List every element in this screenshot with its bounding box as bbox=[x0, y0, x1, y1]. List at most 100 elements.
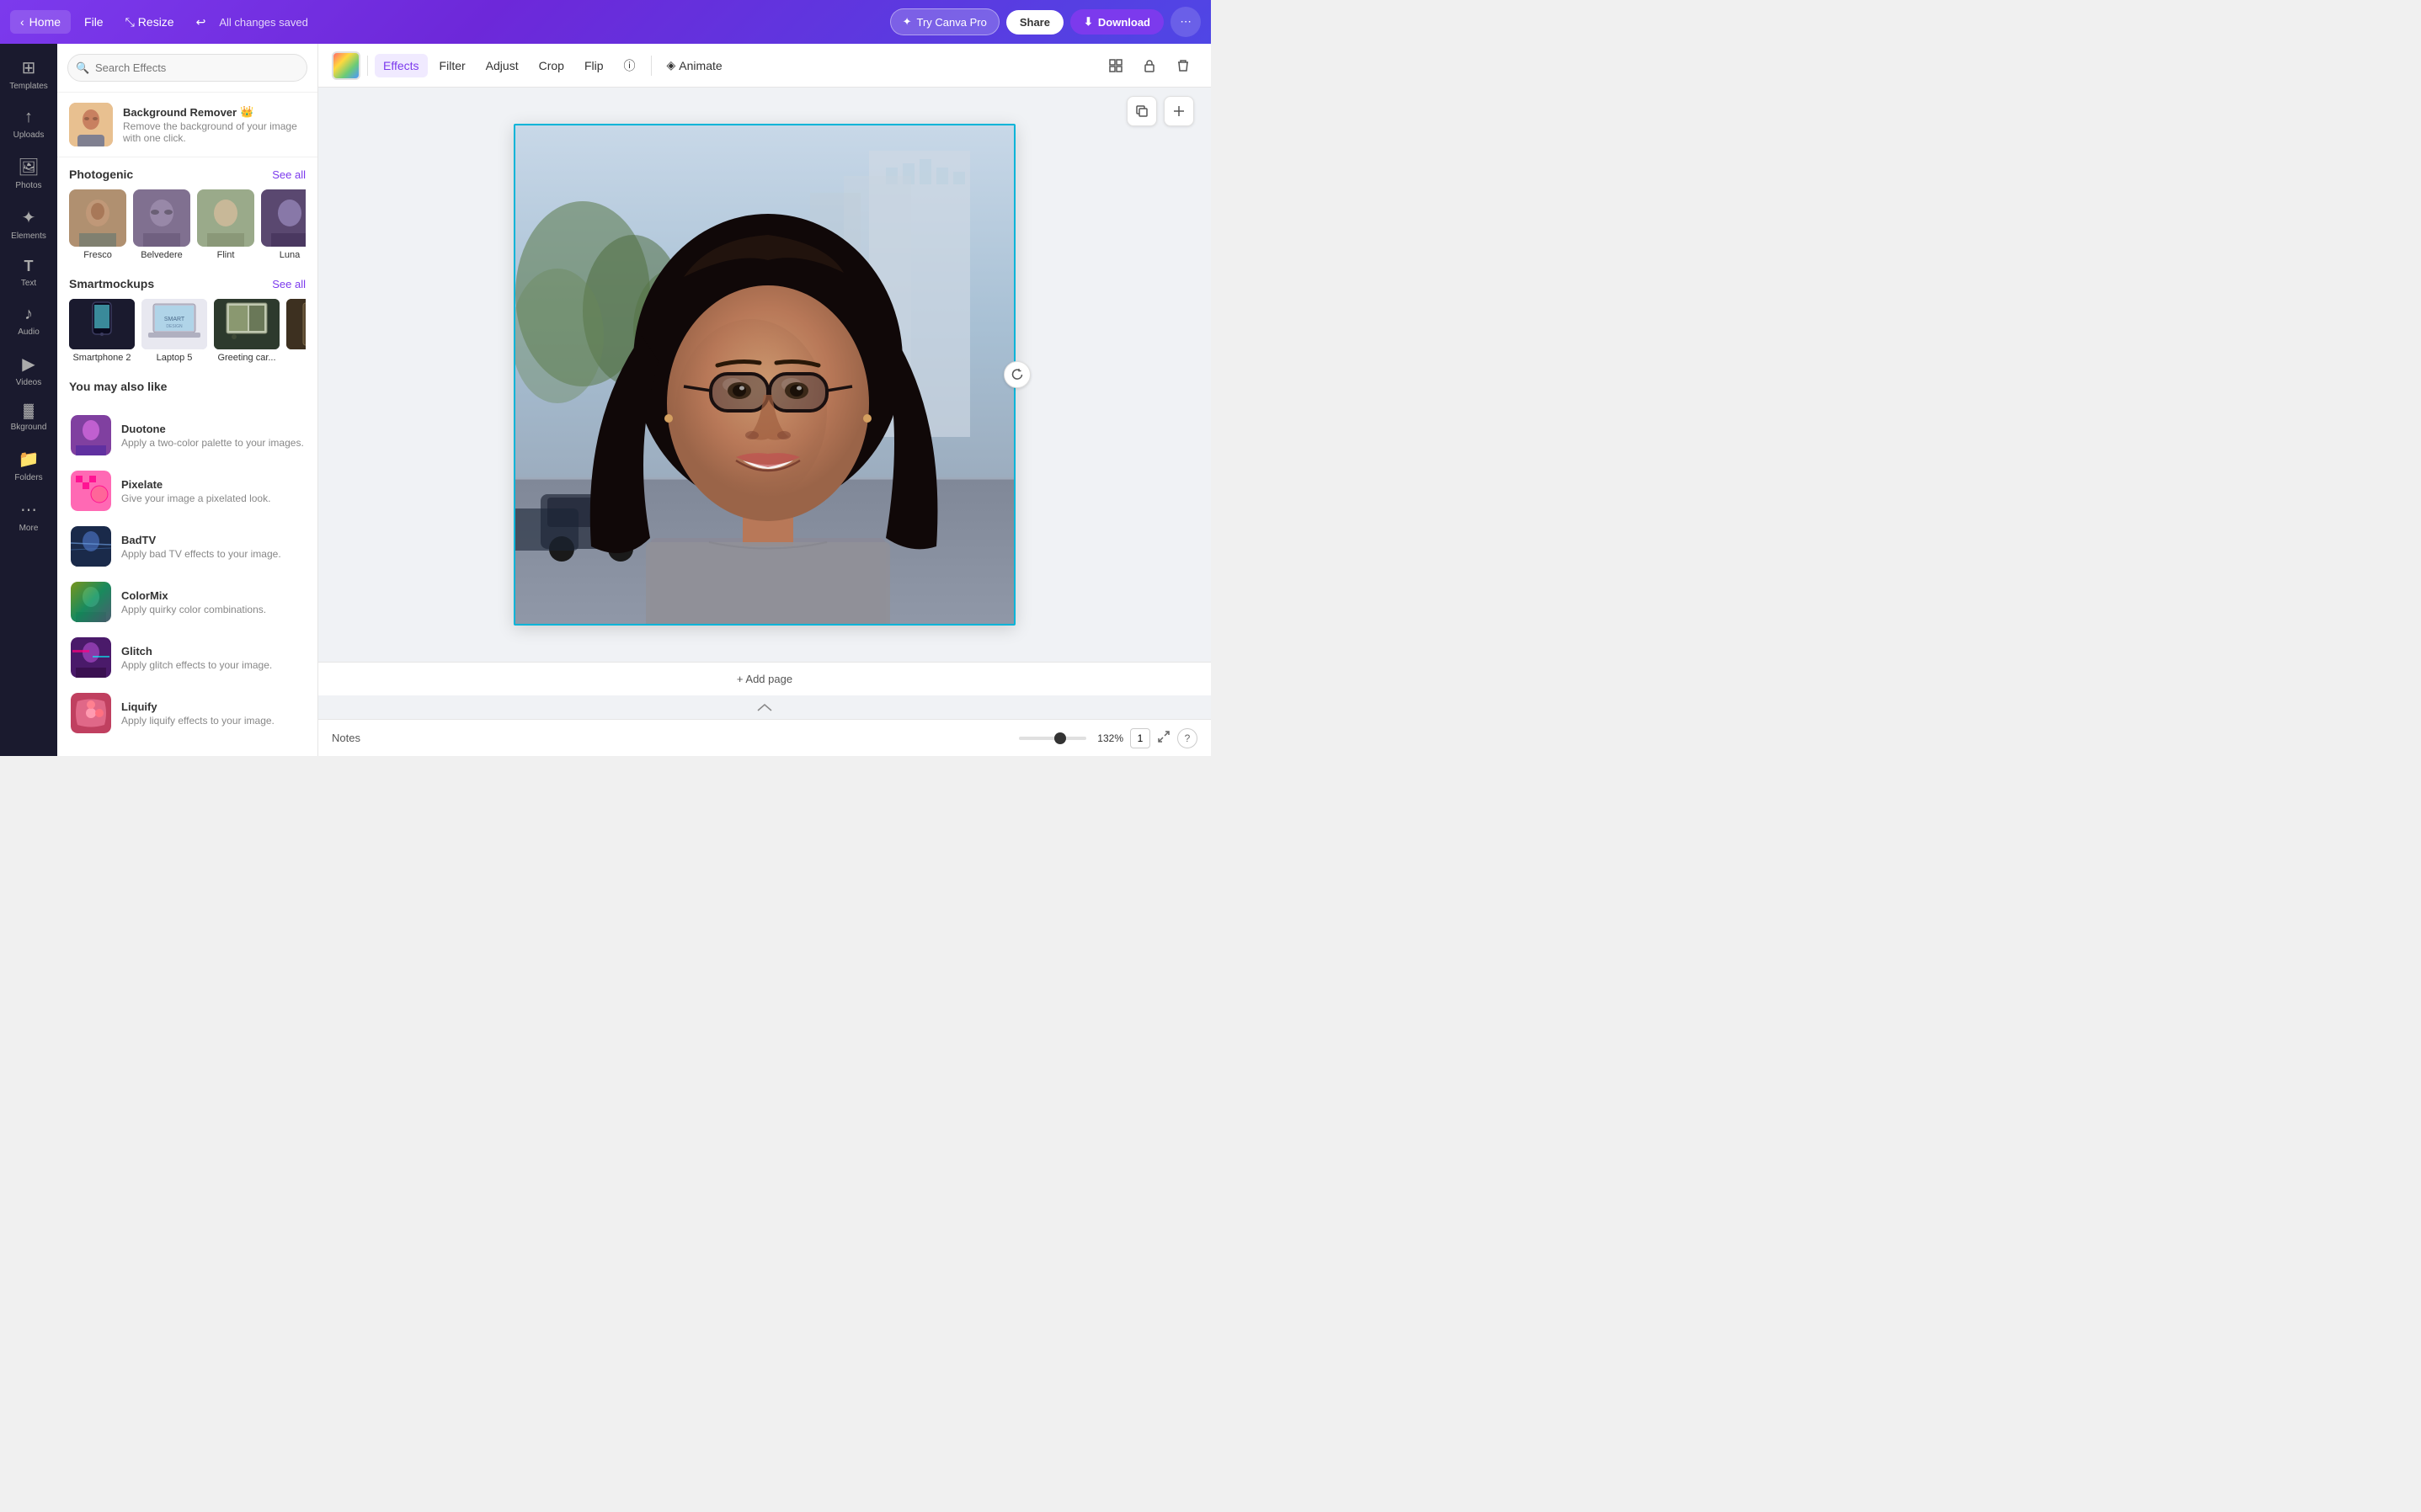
pixelate-desc: Give your image a pixelated look. bbox=[121, 492, 270, 504]
delete-button[interactable] bbox=[1169, 51, 1197, 80]
colormix-thumb bbox=[71, 582, 111, 622]
effect-item-luna[interactable]: Luna bbox=[261, 189, 306, 260]
toolbar-divider-1 bbox=[367, 56, 368, 76]
help-button[interactable]: ? bbox=[1177, 728, 1197, 748]
sidebar-item-background[interactable]: ▓ Bkground bbox=[3, 397, 54, 439]
add-button[interactable] bbox=[1164, 96, 1194, 126]
resize-label: Resize bbox=[138, 15, 174, 29]
effect-item-belvedere[interactable]: Belvedere bbox=[133, 189, 190, 260]
flint-thumb bbox=[197, 189, 254, 247]
sidebar-label-text: Text bbox=[21, 279, 36, 288]
sidebar-label-elements: Elements bbox=[11, 232, 46, 241]
canvas-frame[interactable] bbox=[514, 124, 1016, 626]
search-bar: 🔍 bbox=[57, 44, 317, 93]
pixelate-text: Pixelate Give your image a pixelated loo… bbox=[121, 478, 270, 504]
grid-view-button[interactable] bbox=[1101, 51, 1130, 80]
effects-panel: 🔍 Background Remover 👑 bbox=[57, 44, 318, 756]
canvas-controls bbox=[1127, 96, 1194, 126]
try-pro-label: Try Canva Pro bbox=[917, 16, 987, 29]
sidebar-item-photos[interactable]: 🖼 Photos bbox=[3, 150, 54, 197]
page-indicator: 1 bbox=[1130, 728, 1150, 748]
fullscreen-button[interactable] bbox=[1157, 730, 1171, 746]
sidebar-item-uploads[interactable]: ↑ Uploads bbox=[3, 101, 54, 146]
zoom-slider[interactable] bbox=[1019, 737, 1086, 740]
mockup-item-fran[interactable]: Fran bbox=[286, 299, 306, 363]
smartmockups-title: Smartmockups bbox=[69, 277, 154, 290]
videos-icon: ▶ bbox=[22, 354, 35, 375]
effect-item-fresco[interactable]: Fresco bbox=[69, 189, 126, 260]
effects-tab[interactable]: Effects bbox=[375, 54, 428, 77]
more-icon: ⋯ bbox=[1180, 15, 1191, 29]
bg-remover-desc: Remove the background of your image with… bbox=[123, 120, 306, 144]
badtv-name: BadTV bbox=[121, 534, 281, 546]
autosave-status: All changes saved bbox=[219, 16, 308, 29]
sidebar-item-folders[interactable]: 📁 Folders bbox=[3, 442, 54, 489]
notes-label[interactable]: Notes bbox=[332, 732, 360, 744]
file-button[interactable]: File bbox=[76, 10, 112, 34]
zoom-controls: 132% bbox=[1019, 732, 1123, 744]
photogenic-see-all[interactable]: See all bbox=[272, 168, 306, 181]
resize-button[interactable]: ⤡ Resize bbox=[117, 10, 183, 35]
glitch-item[interactable]: Glitch Apply glitch effects to your imag… bbox=[64, 631, 311, 684]
bg-remover-text: Background Remover 👑 Remove the backgrou… bbox=[123, 105, 306, 144]
rotate-button[interactable] bbox=[1004, 361, 1031, 388]
liquify-thumb bbox=[71, 693, 111, 733]
mockup-item-laptop5[interactable]: SMART DESIGN Laptop 5 bbox=[141, 299, 207, 363]
colormix-item[interactable]: ColorMix Apply quirky color combinations… bbox=[64, 575, 311, 629]
fresco-label: Fresco bbox=[83, 250, 112, 260]
liquify-item[interactable]: Liquify Apply liquify effects to your im… bbox=[64, 686, 311, 740]
mockup-item-smartphone2[interactable]: Smartphone 2 bbox=[69, 299, 135, 363]
adjust-tab[interactable]: Adjust bbox=[477, 54, 527, 77]
mockup-item-greeting[interactable]: Greeting car... bbox=[214, 299, 280, 363]
info-icon: ⓘ bbox=[624, 57, 636, 74]
also-like-section: You may also like bbox=[57, 370, 317, 408]
copy-button[interactable] bbox=[1127, 96, 1157, 126]
add-page-bar[interactable]: + Add page bbox=[318, 662, 1211, 695]
undo-button[interactable]: ↩ bbox=[188, 10, 215, 35]
smartmockups-grid: Smartphone 2 SMART DESIGN Laptop 5 bbox=[69, 299, 306, 363]
home-button[interactable]: ‹ Home bbox=[10, 10, 71, 34]
crop-tab[interactable]: Crop bbox=[531, 54, 573, 77]
sidebar-item-templates[interactable]: ⊞ Templates bbox=[3, 51, 54, 98]
crop-label: Crop bbox=[539, 59, 564, 72]
belvedere-thumb bbox=[133, 189, 190, 247]
badtv-item[interactable]: BadTV Apply bad TV effects to your image… bbox=[64, 519, 311, 573]
more-options-button[interactable]: ⋯ bbox=[1171, 7, 1201, 37]
page-number[interactable]: 1 bbox=[1130, 728, 1150, 748]
expand-notes-bar[interactable] bbox=[318, 695, 1211, 719]
background-remover-item[interactable]: Background Remover 👑 Remove the backgrou… bbox=[57, 93, 317, 157]
home-label: Home bbox=[29, 15, 61, 29]
lock-button[interactable] bbox=[1135, 51, 1164, 80]
liquify-text: Liquify Apply liquify effects to your im… bbox=[121, 700, 275, 727]
bg-remover-title: Background Remover 👑 bbox=[123, 105, 306, 119]
filter-tab[interactable]: Filter bbox=[431, 54, 474, 77]
canvas-scroll[interactable] bbox=[318, 88, 1211, 662]
topbar: ‹ Home File ⤡ Resize ↩ All changes saved… bbox=[0, 0, 1211, 44]
smartmockups-see-all[interactable]: See all bbox=[272, 278, 306, 290]
animate-icon: ◈ bbox=[667, 58, 676, 72]
resize-icon: ⤡ bbox=[125, 15, 135, 29]
canvas-wrapper bbox=[514, 124, 1016, 626]
info-button[interactable]: ⓘ bbox=[616, 52, 644, 79]
sidebar-item-text[interactable]: T Text bbox=[3, 251, 54, 295]
duotone-item[interactable]: Duotone Apply a two-color palette to you… bbox=[64, 408, 311, 462]
effect-item-flint[interactable]: Flint bbox=[197, 189, 254, 260]
try-pro-button[interactable]: ✦ Try Canva Pro bbox=[890, 8, 1000, 35]
flip-tab[interactable]: Flip bbox=[576, 54, 612, 77]
colormix-name: ColorMix bbox=[121, 589, 266, 602]
sidebar-item-audio[interactable]: ♪ Audio bbox=[3, 298, 54, 343]
sidebar-item-videos[interactable]: ▶ Videos bbox=[3, 347, 54, 394]
color-swatch[interactable] bbox=[332, 51, 360, 80]
share-button[interactable]: Share bbox=[1006, 10, 1064, 35]
toolbar-right bbox=[1101, 51, 1197, 80]
duotone-name: Duotone bbox=[121, 423, 304, 435]
sidebar-label-audio: Audio bbox=[18, 327, 40, 337]
animate-tab[interactable]: ◈ Animate bbox=[659, 53, 731, 77]
pixelate-item[interactable]: Pixelate Give your image a pixelated loo… bbox=[64, 464, 311, 518]
audio-icon: ♪ bbox=[24, 305, 33, 324]
sidebar-item-elements[interactable]: ✦ Elements bbox=[3, 200, 54, 248]
search-effects-input[interactable] bbox=[67, 54, 307, 82]
download-button[interactable]: ⬇ Download bbox=[1070, 9, 1164, 35]
sidebar-item-more[interactable]: ⋯ More bbox=[3, 492, 54, 540]
smartphone2-label: Smartphone 2 bbox=[72, 353, 131, 363]
